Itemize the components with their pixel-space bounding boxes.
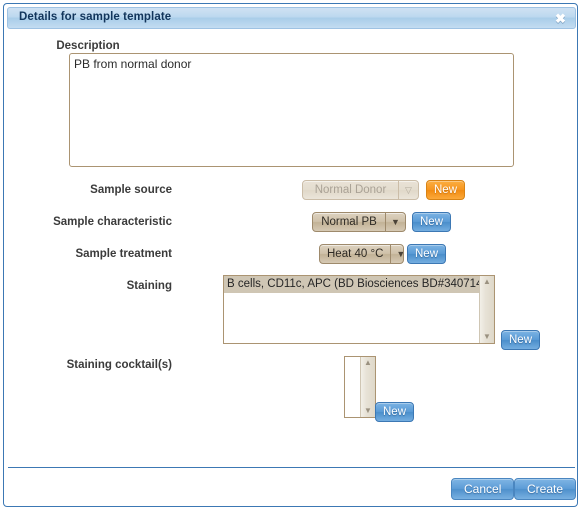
scroll-up-icon[interactable]: ▲	[364, 357, 372, 369]
dialog-body: Description Sample source Normal Donor ▽…	[4, 31, 577, 467]
staining-listbox[interactable]: B cells, CD11c, APC (BD Biosciences BD#3…	[223, 275, 495, 344]
scroll-down-icon[interactable]: ▼	[483, 331, 491, 343]
chevron-down-icon: ▼	[385, 213, 405, 231]
sample-source-new-button[interactable]: New	[426, 180, 466, 200]
dialog-title: Details for sample template	[19, 11, 172, 23]
staining-cocktails-label: Staining cocktail(s)	[66, 359, 172, 371]
description-textarea[interactable]	[69, 53, 514, 167]
sample-source-select[interactable]: Normal Donor ▽	[302, 180, 419, 200]
sample-treatment-value: Heat 40 °C	[327, 248, 384, 260]
sample-treatment-select[interactable]: Heat 40 °C ▼	[319, 244, 404, 264]
staining-cocktails-new-button[interactable]: New	[375, 402, 415, 422]
description-label: Description	[56, 40, 120, 52]
footer-divider	[8, 467, 575, 468]
scroll-down-icon[interactable]: ▼	[364, 405, 372, 417]
staining-label: Staining	[126, 280, 172, 292]
sample-characteristic-new-button[interactable]: New	[412, 212, 452, 232]
sample-characteristic-select[interactable]: Normal PB ▼	[312, 212, 406, 232]
sample-source-label: Sample source	[90, 184, 172, 196]
chevron-down-icon: ▽	[398, 181, 418, 199]
staining-cocktails-listbox-scrollbar[interactable]: ▲ ▼	[360, 357, 375, 417]
sample-source-value: Normal Donor	[314, 184, 387, 196]
sample-treatment-new-button[interactable]: New	[407, 244, 447, 264]
details-dialog: Details for sample template ✖ Descriptio…	[3, 3, 578, 507]
dialog-footer: Cancel Create	[4, 470, 577, 506]
staining-new-button[interactable]: New	[501, 330, 541, 350]
sample-characteristic-value: Normal PB	[321, 216, 377, 228]
list-item[interactable]: B cells, CD11c, APC (BD Biosciences BD#3…	[224, 276, 494, 293]
staining-listbox-scrollbar[interactable]: ▲ ▼	[479, 276, 494, 343]
sample-characteristic-label: Sample characteristic	[53, 216, 172, 228]
dialog-titlebar: Details for sample template ✖	[7, 7, 576, 29]
sample-treatment-label: Sample treatment	[75, 248, 172, 260]
cancel-button[interactable]: Cancel	[451, 478, 515, 500]
close-icon[interactable]: ✖	[553, 11, 568, 26]
chevron-down-icon: ▼	[390, 245, 403, 263]
scroll-up-icon[interactable]: ▲	[483, 276, 491, 288]
create-button[interactable]: Create	[514, 478, 577, 500]
staining-cocktails-listbox[interactable]: ▲ ▼	[344, 356, 376, 418]
